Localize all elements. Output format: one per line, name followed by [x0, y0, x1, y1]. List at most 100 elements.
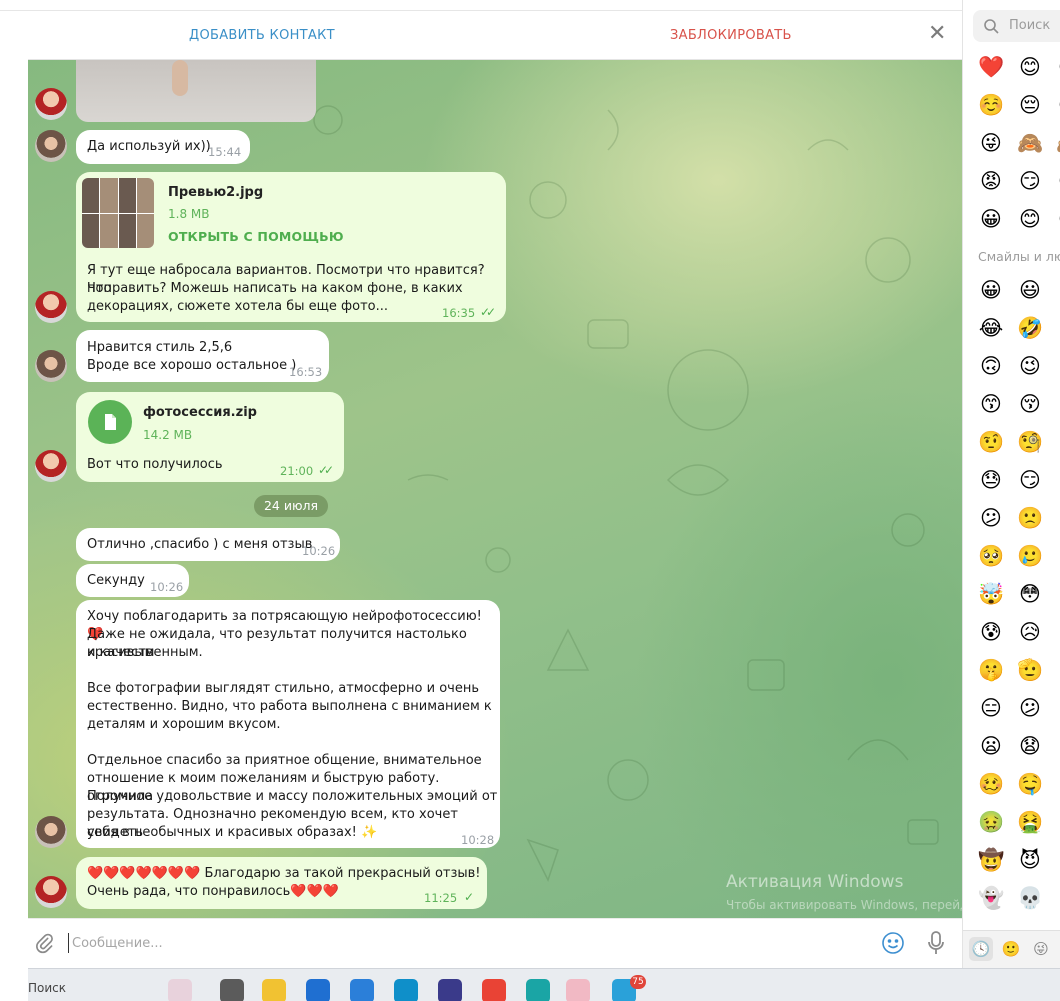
message-text-line: и качественным. — [87, 645, 203, 660]
message-bubble[interactable]: Да используй их)) 15:44 — [76, 130, 250, 164]
emoji-button[interactable]: 🤯 — [978, 581, 1004, 607]
emoji-button[interactable]: 🤤 — [1017, 771, 1043, 797]
message-time: 15:44 — [208, 145, 242, 159]
emoji-button[interactable]: 🫡 — [1017, 657, 1043, 683]
emoji-button[interactable]: 😡 — [978, 168, 1004, 194]
add-contact-button[interactable]: ДОБАВИТЬ КОНТАКТ — [189, 28, 335, 43]
emoji-button[interactable]: 😦 — [978, 733, 1004, 759]
photo-message-partial[interactable] — [76, 60, 316, 122]
taskbar-app-icon[interactable] — [438, 979, 462, 1001]
emoji-button[interactable]: 😓 — [978, 467, 1004, 493]
emoji-button[interactable]: 💀 — [1017, 885, 1043, 911]
stickers-tab-icon[interactable]: 😜 — [1029, 937, 1053, 961]
store-icon[interactable] — [306, 979, 330, 1001]
emoji-button[interactable]: 🙈 — [1017, 130, 1043, 156]
emoji-button[interactable]: ❤️ — [978, 54, 1004, 80]
emoji-button[interactable]: 😙 — [978, 391, 1004, 417]
emoji-button[interactable]: 👻 — [978, 885, 1004, 911]
avatar[interactable] — [35, 816, 67, 848]
emoji-button[interactable]: 😕 — [978, 505, 1004, 531]
chat-history[interactable]: Да используй их)) 15:44 Превью2.jpg 1.8 … — [28, 60, 962, 918]
chrome-icon[interactable] — [482, 979, 506, 1001]
emoji-button[interactable]: 🤣 — [1017, 315, 1043, 341]
emoji-button[interactable]: 😜 — [978, 130, 1004, 156]
document-icon[interactable] — [88, 400, 132, 444]
message-bubble[interactable]: Секунду 10:26 — [76, 564, 189, 597]
open-with-button[interactable]: ОТКРЫТЬ С ПОМОЩЬЮ — [168, 228, 344, 246]
message-input[interactable] — [68, 933, 828, 953]
emoji-button[interactable]: 😊 — [1056, 54, 1060, 80]
emoji-button[interactable]: 🙁 — [1017, 505, 1043, 531]
taskbar-app-icon[interactable] — [566, 979, 590, 1001]
emoji-button[interactable]: 😳 — [1017, 581, 1043, 607]
file-thumbnail[interactable] — [82, 178, 154, 248]
message-bubble[interactable]: ❤️❤️❤️❤️❤️❤️❤️ Благодарю за такой прекра… — [76, 857, 487, 909]
message-time: 10:28 — [461, 833, 495, 847]
emoji-button[interactable]: 😰 — [978, 619, 1004, 645]
emoji-search-placeholder: Поиск — [1009, 18, 1051, 33]
message-bubble[interactable]: Нравится стиль 2,5,6 Вроде все хорошо ос… — [76, 330, 329, 382]
emoji-button[interactable]: 😥 — [1017, 619, 1043, 645]
avatar[interactable] — [35, 450, 67, 482]
emoji-button[interactable]: ☺️ — [978, 92, 1004, 118]
smileys-tab-icon[interactable]: 🙂 — [999, 937, 1023, 961]
emoji-button[interactable]: 😊 — [1017, 54, 1043, 80]
taskbar-app-icon[interactable] — [350, 979, 374, 1001]
message-bubble-file[interactable]: Превью2.jpg 1.8 MB ОТКРЫТЬ С ПОМОЩЬЮ Я т… — [76, 172, 506, 322]
emoji-button[interactable]: 😂 — [978, 315, 1004, 341]
avatar[interactable] — [35, 876, 67, 908]
emoji-button[interactable]: 🥲 — [1017, 543, 1043, 569]
emoji-button[interactable]: 🧐 — [1017, 429, 1043, 455]
message-text-line: огромное удовольствие и массу положитель… — [87, 789, 498, 804]
emoji-button[interactable]: 😚 — [1017, 391, 1043, 417]
message-text-line: Нравится стиль 2,5,6 — [87, 340, 233, 355]
emoji-button[interactable]: 😊 — [1056, 206, 1060, 232]
emoji-button[interactable]: 😕 — [1017, 695, 1043, 721]
block-user-button[interactable]: ЗАБЛОКИРОВАТЬ — [670, 28, 792, 43]
emoji-search-field[interactable]: Поиск — [973, 10, 1060, 42]
emoji-button[interactable]: 😈 — [1017, 847, 1043, 873]
message-bubble[interactable]: Хочу поблагодарить за потрясающую нейроф… — [76, 600, 500, 848]
avatar[interactable] — [35, 88, 67, 120]
recent-tab-icon[interactable]: 🕓 — [969, 937, 993, 961]
emoji-button[interactable]: 🤫 — [978, 657, 1004, 683]
emoji-button[interactable]: 🥺 — [978, 543, 1004, 569]
emoji-button[interactable]: 😏 — [1017, 168, 1043, 194]
emoji-button[interactable]: 😑 — [978, 695, 1004, 721]
edge-icon[interactable] — [526, 979, 550, 1001]
date-divider: 24 июля — [254, 495, 328, 517]
emoji-button[interactable]: 😔 — [1017, 92, 1043, 118]
emoji-button[interactable]: 😀 — [978, 277, 1004, 303]
message-bubble-file[interactable]: фотосессия.zip 14.2 MB Вот что получилос… — [76, 392, 344, 482]
emoji-button[interactable]: 😀 — [978, 206, 1004, 232]
taskbar-app-icon[interactable] — [168, 979, 192, 1001]
emoji-button[interactable]: 🤢 — [978, 809, 1004, 835]
contact-action-bar: ДОБАВИТЬ КОНТАКТ ЗАБЛОКИРОВАТЬ ✕ — [28, 12, 962, 60]
message-text-line: поправить? Можешь написать на каком фоне… — [87, 281, 463, 296]
emoji-button[interactable]: 😏 — [1017, 467, 1043, 493]
close-icon[interactable]: ✕ — [928, 22, 946, 46]
emoji-button[interactable]: 😧 — [1017, 733, 1043, 759]
emoji-button[interactable]: 😉 — [1017, 353, 1043, 379]
taskbar-search[interactable]: Поиск — [28, 981, 66, 995]
microphone-icon[interactable] — [926, 930, 946, 956]
emoji-button[interactable]: 🥴 — [978, 771, 1004, 797]
folder-icon[interactable] — [262, 979, 286, 1001]
paperclip-icon[interactable] — [33, 932, 55, 954]
emoji-button[interactable]: 🤮 — [1017, 809, 1043, 835]
taskbar-app-icon[interactable] — [394, 979, 418, 1001]
avatar[interactable] — [35, 130, 67, 162]
emoji-button[interactable]: 😊 — [1017, 206, 1043, 232]
emoji-button[interactable]: 🤠 — [978, 847, 1004, 873]
message-bubble[interactable]: Отлично ,спасибо ) с меня отзыв 10:26 — [76, 528, 340, 561]
avatar[interactable] — [35, 350, 67, 382]
taskbar-app-icon[interactable] — [220, 979, 244, 1001]
emoji-button[interactable]: 🤨 — [978, 429, 1004, 455]
emoji-button[interactable]: 😃 — [1017, 277, 1043, 303]
avatar[interactable] — [35, 291, 67, 323]
emoji-button[interactable]: 🙈 — [1056, 130, 1060, 156]
emoji-button[interactable]: 🙃 — [978, 353, 1004, 379]
emoji-button[interactable]: 😔 — [1056, 92, 1060, 118]
emoji-icon[interactable] — [881, 931, 905, 955]
emoji-button[interactable]: 😏 — [1056, 168, 1060, 194]
